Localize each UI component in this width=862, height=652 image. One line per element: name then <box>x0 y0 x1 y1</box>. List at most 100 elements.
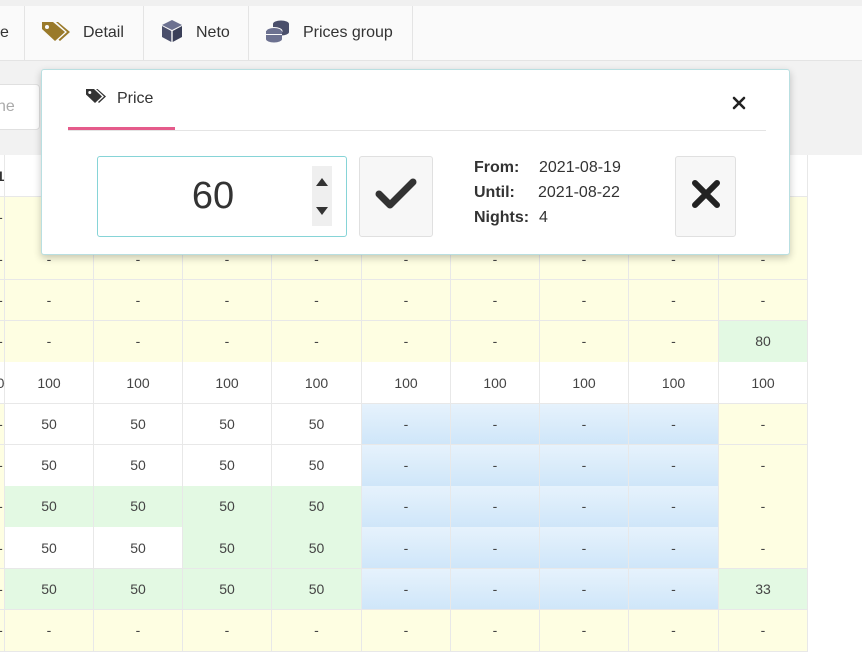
price-cell[interactable]: - <box>362 610 451 652</box>
cube-icon <box>160 19 196 48</box>
price-cell[interactable]: - <box>5 279 94 322</box>
price-cell[interactable]: - <box>451 527 540 570</box>
price-cell[interactable]: - <box>272 279 362 322</box>
price-cell[interactable]: 50 <box>5 486 94 528</box>
price-cell[interactable]: 50 <box>183 568 272 611</box>
price-cell[interactable]: - <box>719 486 808 528</box>
price-cell[interactable]: 100 <box>183 362 272 404</box>
price-cell[interactable]: - <box>362 444 451 487</box>
price-cell[interactable]: - <box>362 568 451 611</box>
price-cell[interactable]: 50 <box>272 403 362 446</box>
price-cell[interactable]: - <box>629 610 719 652</box>
price-cell[interactable]: - <box>540 320 629 363</box>
price-cell[interactable]: - <box>451 486 540 528</box>
price-cell[interactable]: - <box>540 403 629 446</box>
price-cell[interactable]: 80 <box>719 320 808 363</box>
price-cell[interactable]: - <box>540 444 629 487</box>
price-cell[interactable]: 100 <box>540 362 629 404</box>
price-cell[interactable]: - <box>94 279 183 322</box>
price-cell[interactable]: 100 <box>719 362 808 404</box>
price-cell[interactable]: 50 <box>183 486 272 528</box>
price-cell[interactable]: 100 <box>272 362 362 404</box>
price-cell[interactable]: 50 <box>94 444 183 487</box>
price-cell[interactable]: - <box>719 527 808 570</box>
price-cell[interactable]: - <box>362 279 451 322</box>
until-label: Until: <box>474 184 515 201</box>
price-cell[interactable]: - <box>451 568 540 611</box>
neto-button[interactable]: Neto <box>144 6 249 60</box>
price-cell[interactable]: 100 <box>451 362 540 404</box>
price-cell[interactable]: - <box>540 568 629 611</box>
price-cell[interactable]: - <box>362 527 451 570</box>
price-cell[interactable]: - <box>362 403 451 446</box>
search-input[interactable]: ne <box>0 84 40 130</box>
price-cell[interactable]: 50 <box>272 527 362 570</box>
price-cell[interactable]: - <box>272 320 362 363</box>
price-cell[interactable]: - <box>183 320 272 363</box>
price-cell[interactable]: - <box>183 610 272 652</box>
price-cell[interactable]: - <box>629 403 719 446</box>
price-cell[interactable]: 100 <box>629 362 719 404</box>
price-cell[interactable]: - <box>5 610 94 652</box>
prices-group-button[interactable]: Prices group <box>249 6 413 60</box>
detail-button[interactable]: Detail <box>25 6 144 60</box>
price-cell[interactable]: - <box>94 320 183 363</box>
price-cell[interactable]: 50 <box>272 568 362 611</box>
price-cell[interactable]: - <box>629 568 719 611</box>
spin-down-icon[interactable] <box>316 207 328 215</box>
price-input[interactable]: 60 <box>97 156 347 237</box>
price-cell[interactable]: - <box>451 403 540 446</box>
price-cell[interactable]: - <box>719 403 808 446</box>
from-label: From: <box>474 159 520 176</box>
price-cell[interactable]: 50 <box>94 403 183 446</box>
price-cell[interactable]: - <box>540 527 629 570</box>
price-cell[interactable]: 50 <box>272 486 362 528</box>
price-cell[interactable]: - <box>629 279 719 322</box>
price-cell[interactable]: - <box>5 320 94 363</box>
spin-up-icon[interactable] <box>316 178 328 186</box>
price-cell[interactable]: 50 <box>94 568 183 611</box>
price-cell[interactable]: - <box>362 486 451 528</box>
toolbar-partial-button[interactable]: e <box>0 6 25 60</box>
price-cell[interactable]: - <box>719 610 808 652</box>
price-cell[interactable]: 50 <box>94 486 183 528</box>
cancel-button[interactable] <box>675 156 736 237</box>
toolbar: e Detail Neto Prices group <box>0 6 862 61</box>
price-cell[interactable]: - <box>540 610 629 652</box>
price-cell[interactable]: - <box>719 444 808 487</box>
price-cell[interactable]: - <box>362 320 451 363</box>
price-cell[interactable]: - <box>629 486 719 528</box>
price-cell[interactable]: - <box>540 279 629 322</box>
price-cell[interactable]: 100 <box>362 362 451 404</box>
price-cell[interactable]: 50 <box>5 403 94 446</box>
price-cell[interactable]: - <box>629 527 719 570</box>
price-cell[interactable]: 50 <box>272 444 362 487</box>
neto-label: Neto <box>196 24 230 41</box>
price-value[interactable]: 60 <box>98 157 328 236</box>
confirm-button[interactable] <box>359 156 433 237</box>
price-cell[interactable]: 50 <box>183 444 272 487</box>
price-cell[interactable]: 50 <box>5 568 94 611</box>
price-cell[interactable]: 100 <box>94 362 183 404</box>
price-cell[interactable]: - <box>451 444 540 487</box>
price-cell[interactable]: - <box>451 610 540 652</box>
price-cell[interactable]: - <box>629 444 719 487</box>
price-cell[interactable]: 50 <box>5 444 94 487</box>
price-cell[interactable]: - <box>540 486 629 528</box>
price-cell[interactable]: 33 <box>719 568 808 611</box>
price-cell[interactable]: 50 <box>5 527 94 570</box>
price-cell[interactable]: 50 <box>94 527 183 570</box>
price-cell[interactable]: - <box>183 279 272 322</box>
price-cell[interactable]: - <box>272 610 362 652</box>
price-cell[interactable]: - <box>94 610 183 652</box>
close-icon[interactable] <box>730 94 748 112</box>
price-cell[interactable]: - <box>719 279 808 322</box>
price-cell[interactable]: - <box>629 320 719 363</box>
price-cell[interactable]: 50 <box>183 527 272 570</box>
price-cell[interactable]: 50 <box>183 403 272 446</box>
price-cell[interactable]: - <box>451 320 540 363</box>
price-cell[interactable]: - <box>451 279 540 322</box>
price-cell[interactable]: 100 <box>5 362 94 404</box>
tab-price[interactable]: Price <box>68 70 175 130</box>
price-stepper[interactable] <box>312 166 332 226</box>
